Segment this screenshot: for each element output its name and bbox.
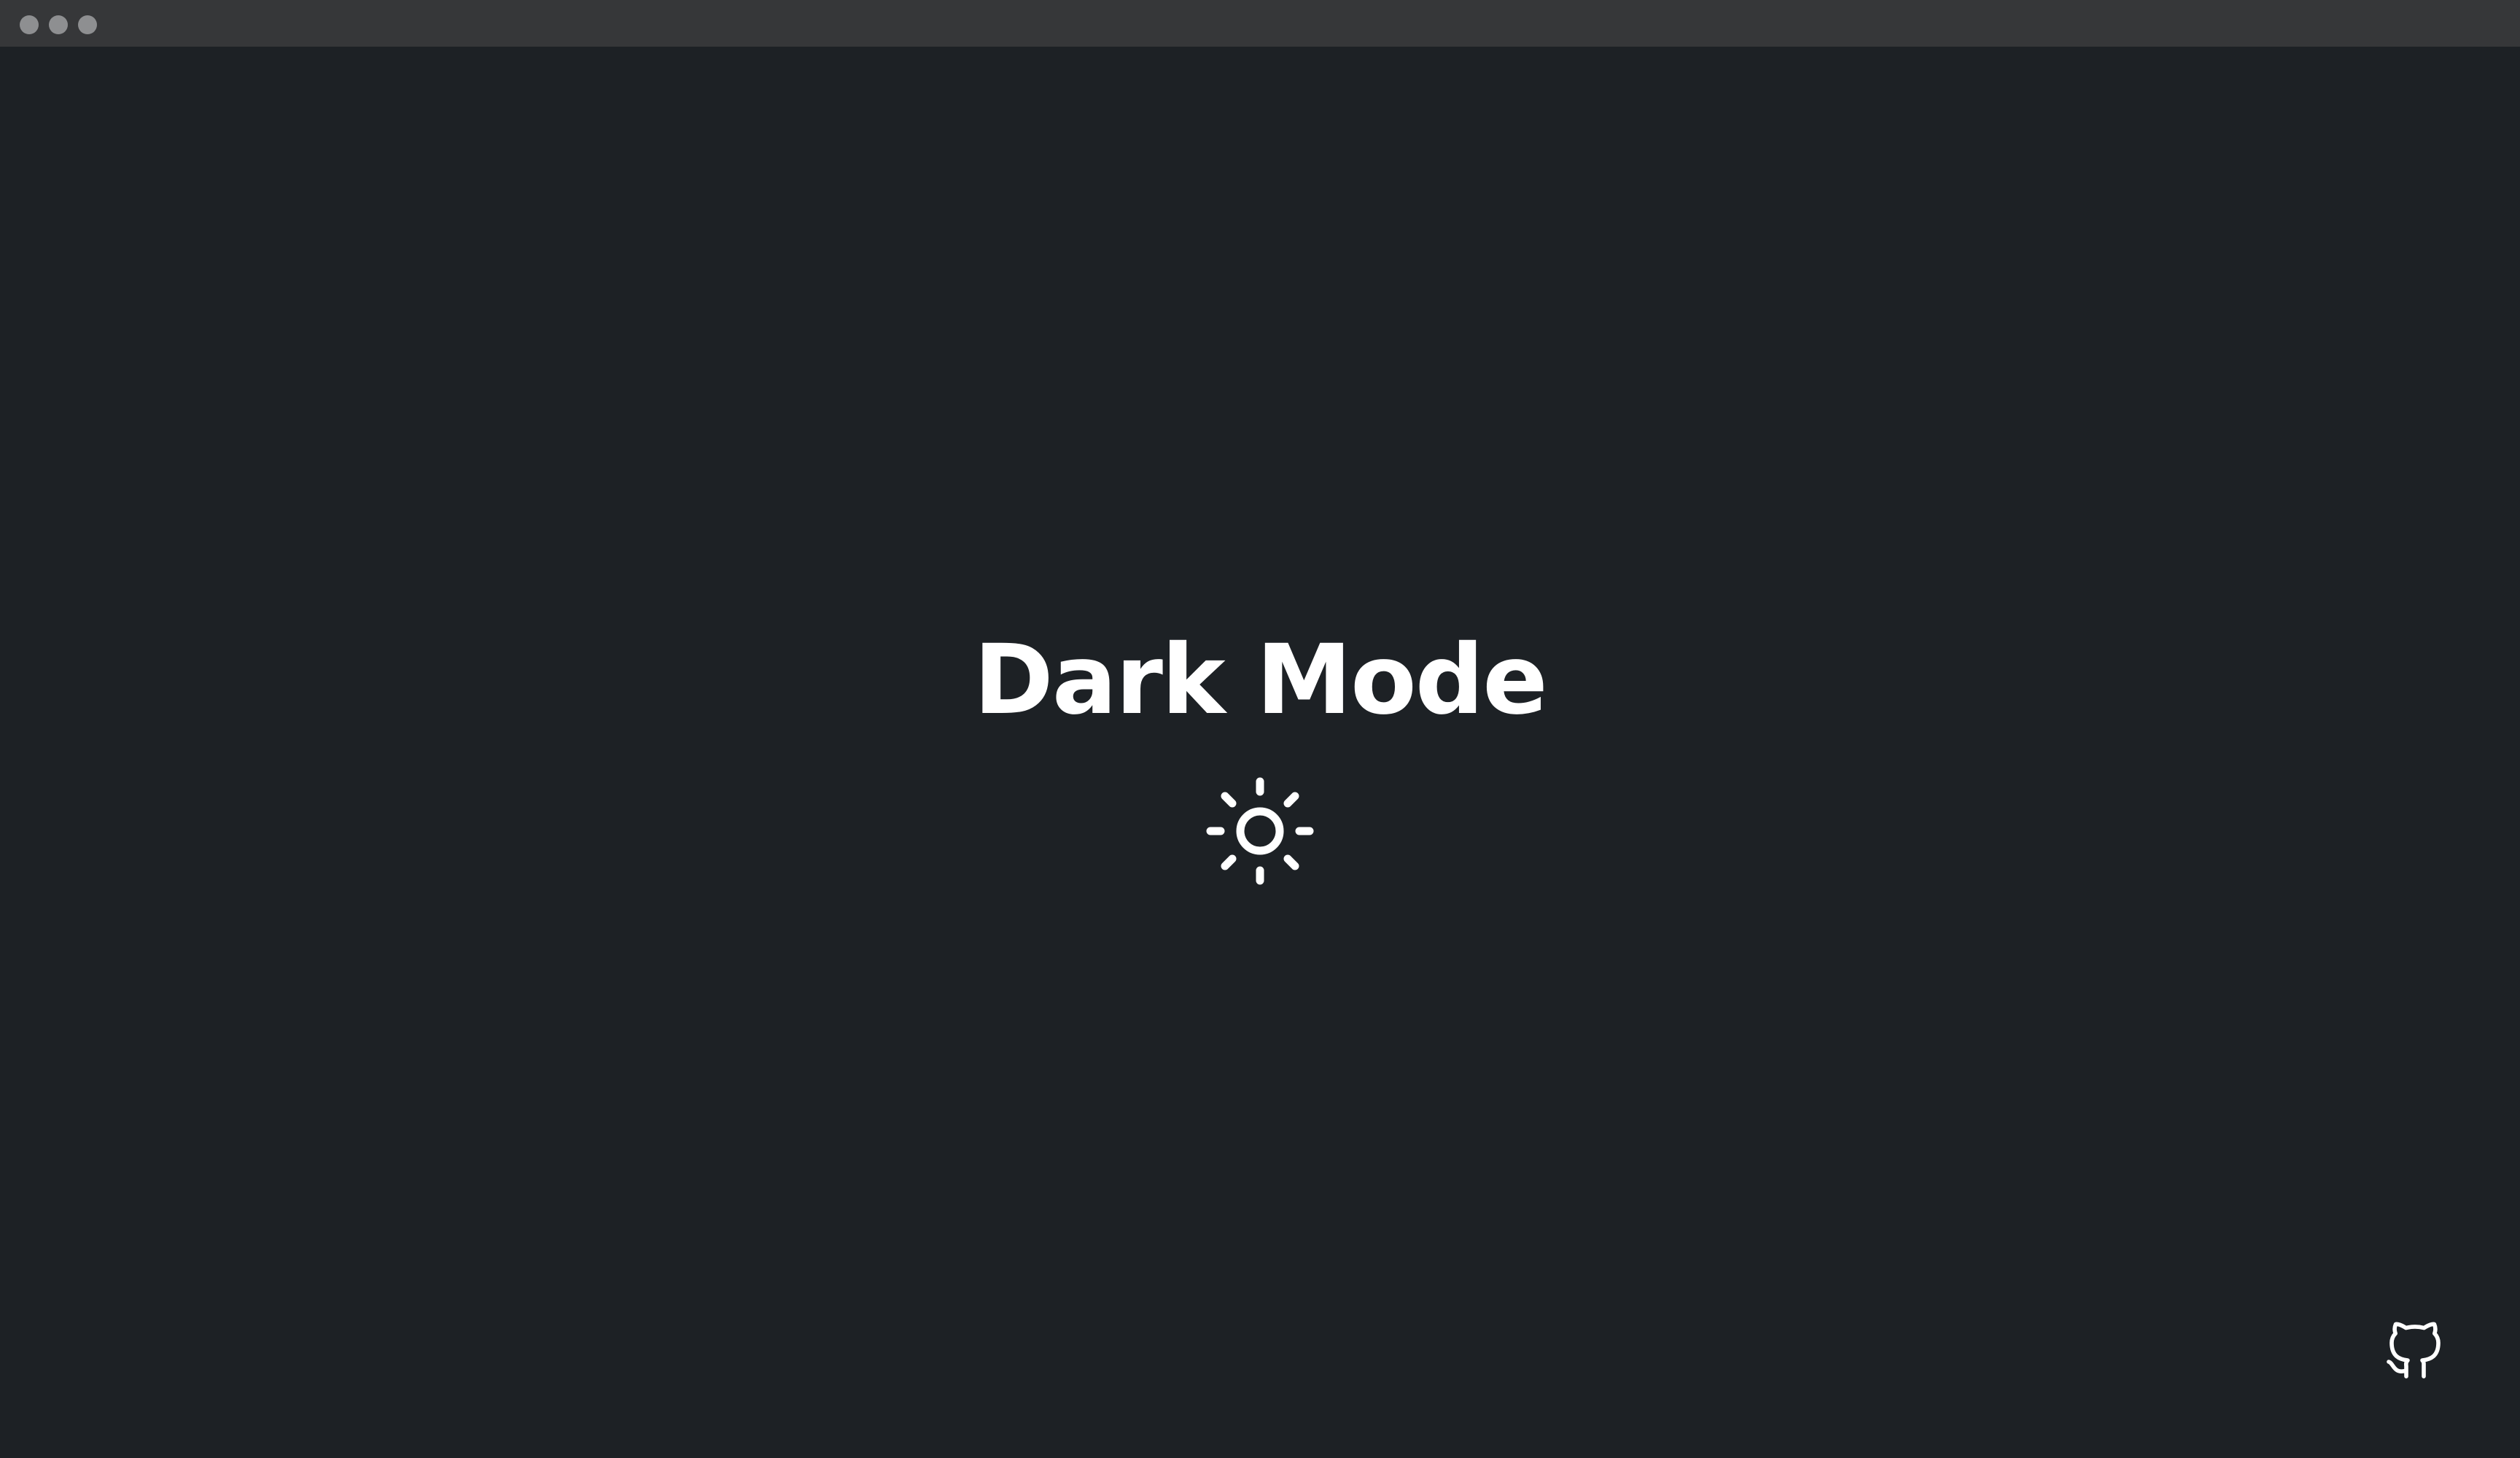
theme-toggle-button[interactable] bbox=[1205, 776, 1315, 886]
window-titlebar bbox=[0, 0, 2520, 47]
github-icon bbox=[2387, 1322, 2441, 1379]
sun-icon bbox=[1206, 777, 1314, 885]
page-title: Dark Mode bbox=[973, 624, 1548, 736]
window-close-button[interactable] bbox=[20, 15, 39, 34]
github-link[interactable] bbox=[2380, 1315, 2450, 1385]
window-minimize-button[interactable] bbox=[49, 15, 68, 34]
window-zoom-button[interactable] bbox=[78, 15, 97, 34]
